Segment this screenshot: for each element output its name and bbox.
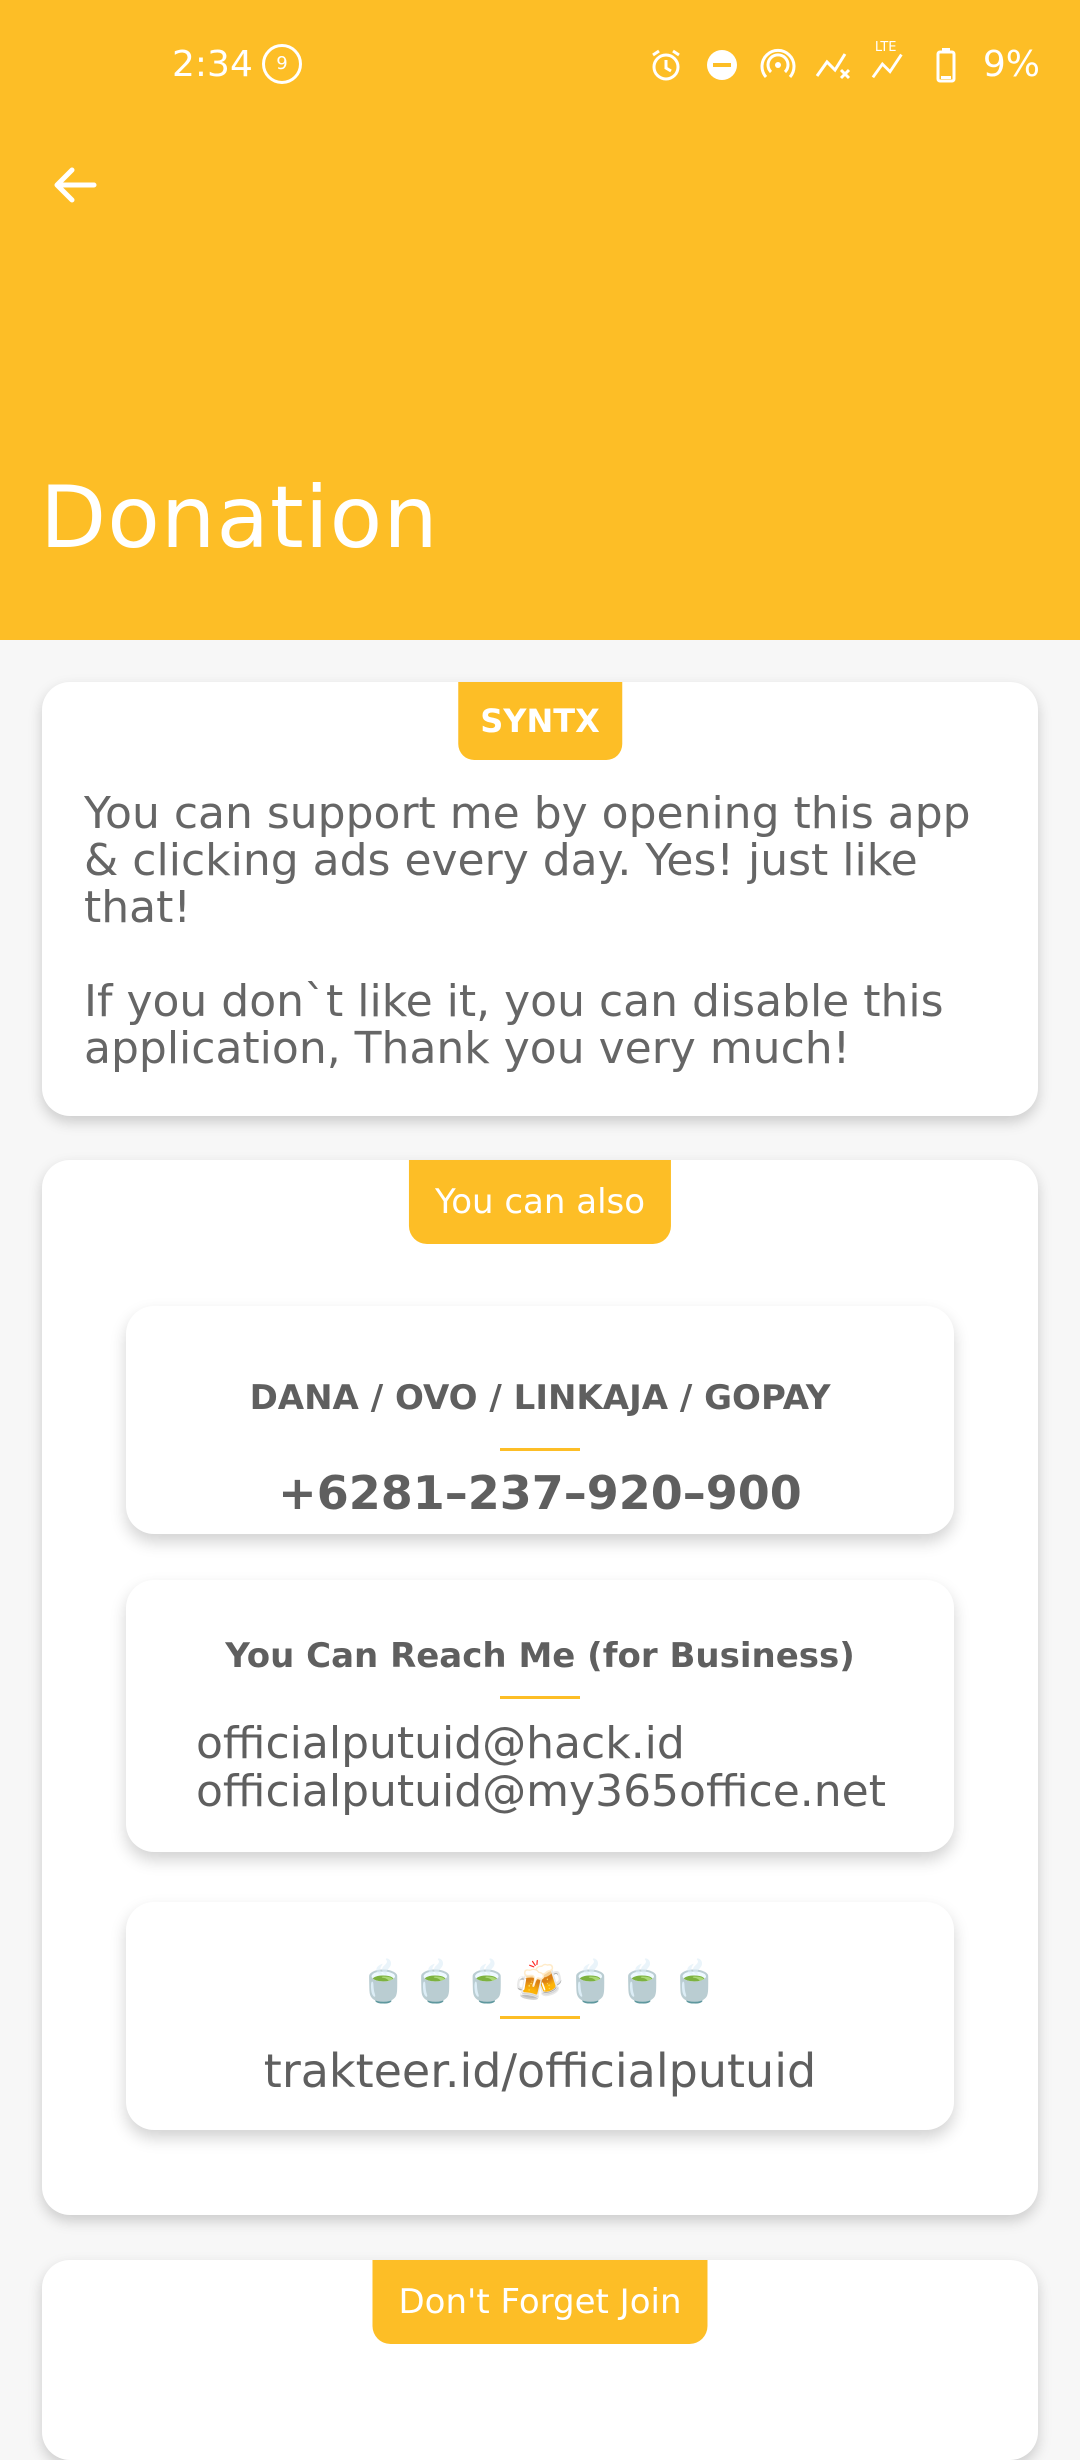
lte-signal-icon: LTE [871, 40, 909, 84]
arrow-left-icon [54, 167, 97, 203]
battery-icon [927, 46, 965, 84]
also-card: You can also DANA / OVO / LINKAJA / GOPA… [42, 1160, 1038, 2215]
business-email-2: officialputuid@my365office.net [196, 1766, 886, 1817]
support-paragraph-2: If you don`t like it, you can disable th… [84, 976, 944, 1074]
page-title: Donation [40, 468, 439, 568]
business-contact-title: You Can Reach Me (for Business) [225, 1636, 855, 1676]
support-card: SYNTX You can support me by opening this… [42, 682, 1038, 1116]
back-button[interactable] [40, 150, 110, 220]
support-message: You can support me by opening this app &… [84, 790, 988, 1119]
you-can-also-tag: You can also [408, 1160, 672, 1244]
payment-phone-number: +6281–237–920–900 [278, 1466, 802, 1520]
battery-percent: 9% [982, 44, 1040, 85]
payment-methods-title: DANA / OVO / LINKAJA / GOPAY [249, 1378, 831, 1418]
dont-forget-join-tag: Don't Forget Join [372, 2260, 708, 2344]
tea-cups-emoji-row: 🍵🍵🍵🍻🍵🍵🍵 [358, 1959, 722, 2005]
app-bar: 2:34 9 LTE 9% Donation [0, 0, 1080, 640]
join-card: Don't Forget Join [42, 2260, 1038, 2460]
business-contact-card[interactable]: You Can Reach Me (for Business) official… [126, 1580, 954, 1852]
trakteer-link: trakteer.id/officialputuid [263, 2044, 817, 2098]
accent-divider [500, 1696, 580, 1699]
hotspot-icon [759, 46, 797, 84]
syntx-tag: SYNTX [458, 682, 622, 760]
payment-card[interactable]: DANA / OVO / LINKAJA / GOPAY +6281–237–9… [126, 1306, 954, 1534]
status-time: 2:34 [172, 44, 253, 85]
support-paragraph-1: You can support me by opening this app &… [84, 788, 971, 933]
lte-label: LTE [874, 39, 897, 55]
status-bar: 2:34 9 LTE 9% [0, 0, 1080, 130]
trakteer-card[interactable]: 🍵🍵🍵🍻🍵🍵🍵 trakteer.id/officialputuid [126, 1902, 954, 2130]
status-icons: LTE 9% [647, 40, 1040, 85]
signal-off-icon [815, 46, 853, 84]
accent-divider [500, 1448, 580, 1451]
accent-divider [500, 2016, 580, 2019]
business-emails: officialputuid@hack.id officialputuid@my… [196, 1720, 914, 1816]
do-not-disturb-icon [703, 46, 741, 84]
notification-count-badge: 9 [262, 44, 302, 84]
alarm-icon [647, 46, 685, 84]
business-email-1: officialputuid@hack.id [196, 1718, 685, 1769]
